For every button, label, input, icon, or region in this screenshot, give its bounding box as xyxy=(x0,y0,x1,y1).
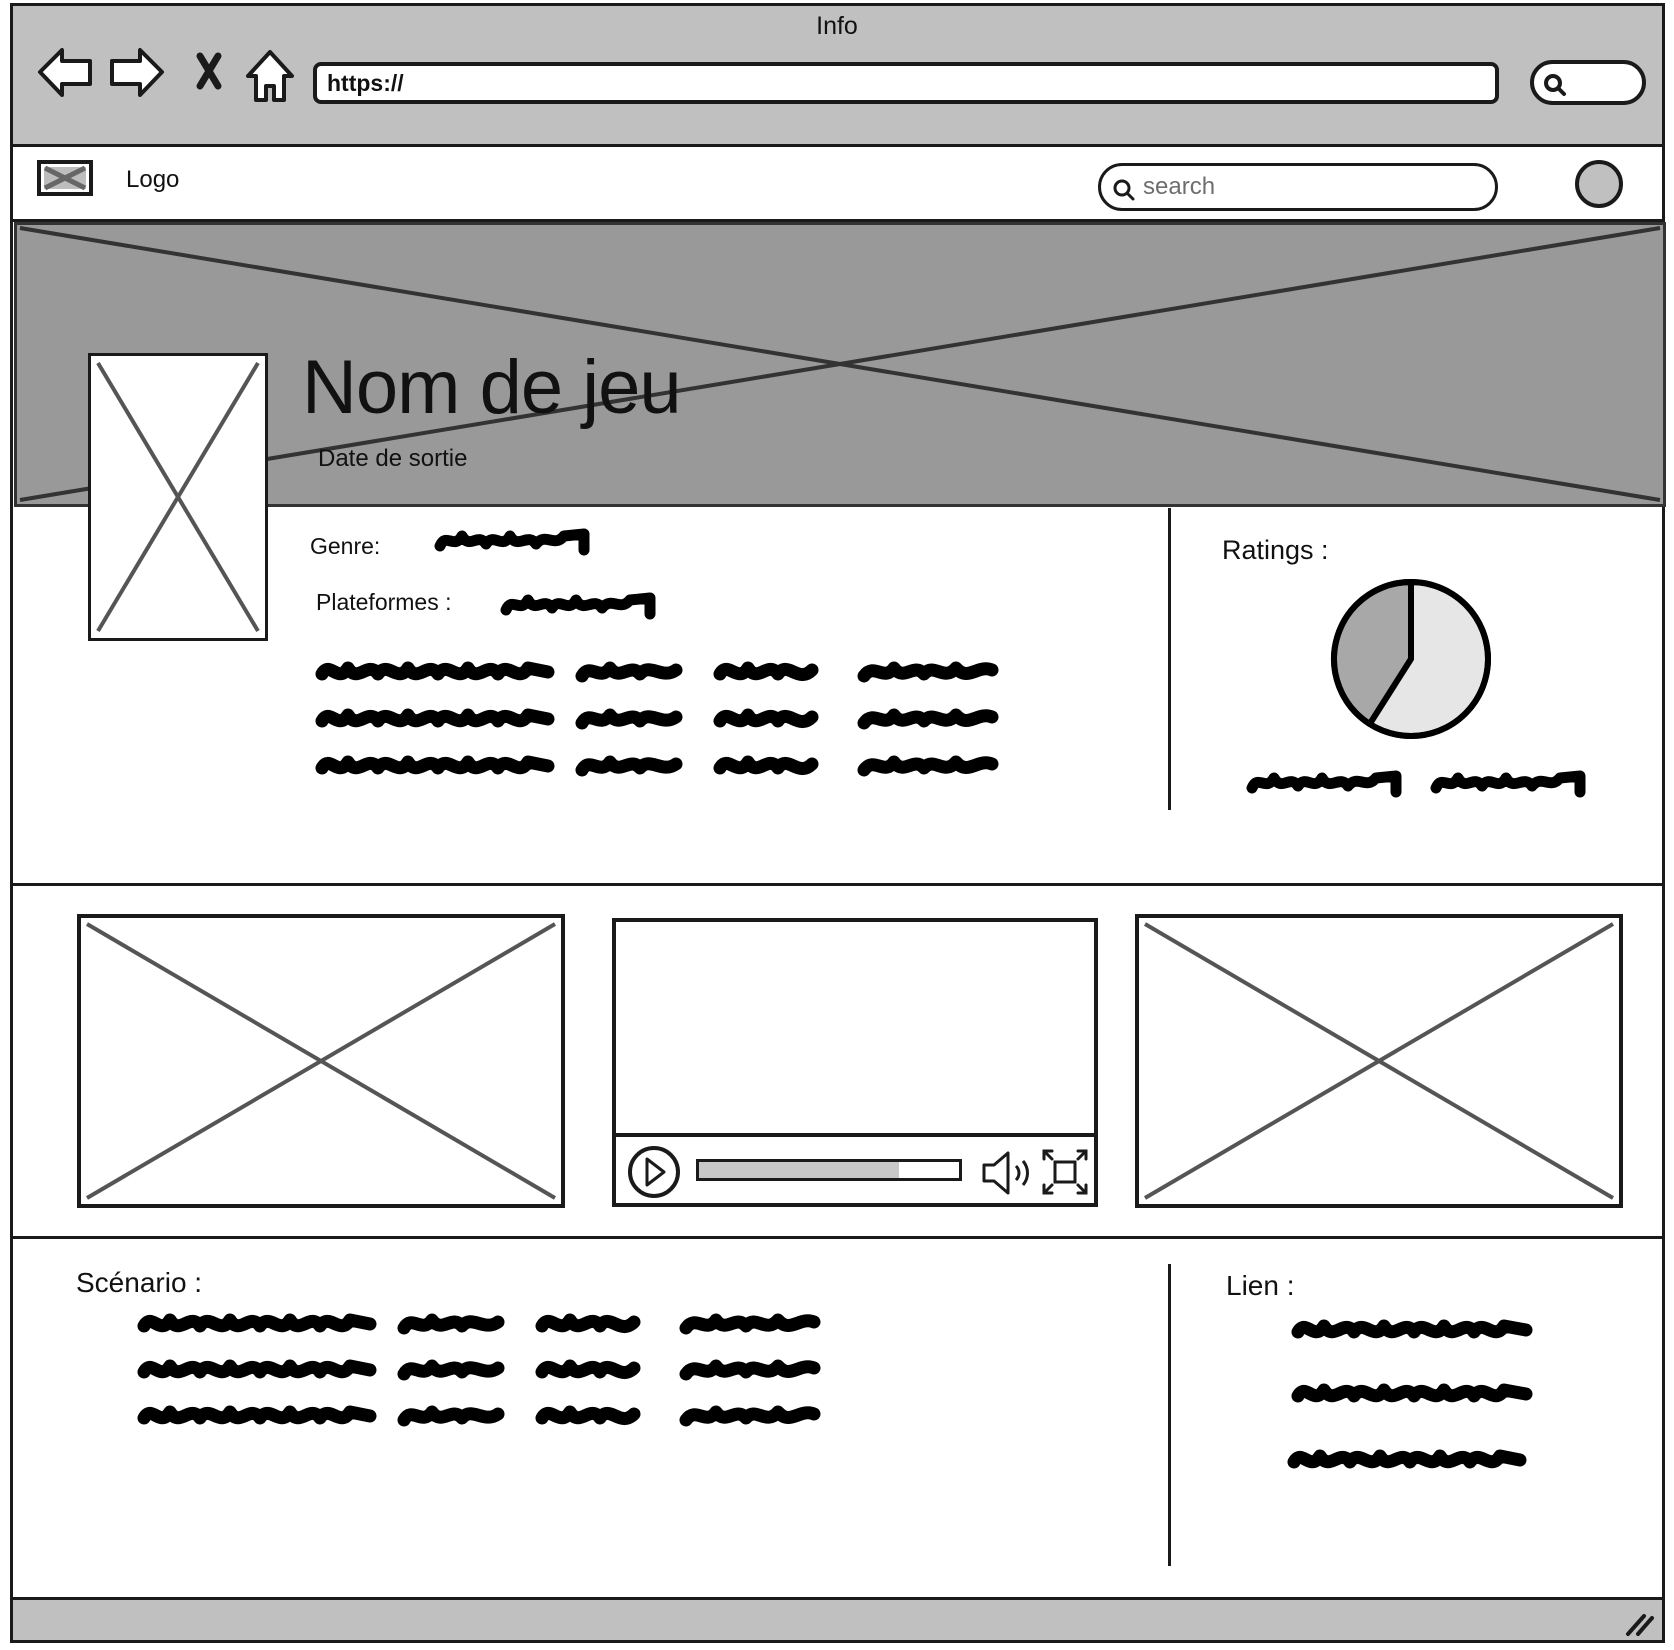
vertical-divider xyxy=(1168,1264,1171,1566)
image-placeholder-icon xyxy=(1143,922,1615,1200)
links-scribble[interactable] xyxy=(1287,1314,1560,1474)
logo-text: Logo xyxy=(126,166,180,193)
section-divider xyxy=(10,1236,1665,1239)
video-progress-bar[interactable] xyxy=(696,1159,962,1181)
search-input[interactable] xyxy=(1141,170,1481,204)
user-avatar[interactable] xyxy=(1575,160,1623,208)
vertical-divider xyxy=(1168,508,1171,810)
screenshot-image-placeholder[interactable] xyxy=(1135,914,1623,1208)
video-controls xyxy=(616,1133,1094,1203)
stop-icon[interactable] xyxy=(196,52,222,90)
platforms-value-scribble xyxy=(500,592,656,620)
site-search-box[interactable] xyxy=(1098,163,1498,211)
video-progress-fill xyxy=(699,1162,900,1178)
image-placeholder-icon xyxy=(96,361,260,633)
fullscreen-icon[interactable] xyxy=(1040,1147,1090,1197)
back-arrow-icon[interactable] xyxy=(38,48,92,97)
window-title: Info xyxy=(816,12,858,40)
browser-nav xyxy=(38,48,294,102)
release-date-label: Date de sortie xyxy=(318,445,468,472)
url-bar[interactable]: https:// xyxy=(313,62,1499,104)
search-icon xyxy=(1113,179,1135,201)
screenshot-image-placeholder[interactable] xyxy=(77,914,565,1208)
ratings-legend-scribble xyxy=(1246,770,1586,798)
play-icon[interactable] xyxy=(626,1145,682,1199)
search-icon xyxy=(1544,74,1566,96)
status-bar xyxy=(10,1597,1665,1643)
resize-grip-icon[interactable] xyxy=(1622,1610,1656,1638)
scenario-label: Scénario : xyxy=(76,1267,203,1298)
genre-label: Genre: xyxy=(310,533,381,559)
cover-image-placeholder xyxy=(88,353,268,641)
links-label: Lien : xyxy=(1226,1270,1295,1301)
browser-search-button[interactable] xyxy=(1530,60,1646,105)
forward-arrow-icon[interactable] xyxy=(110,48,164,97)
scenario-text-scribble xyxy=(137,1313,821,1427)
logo-image-icon xyxy=(37,160,93,196)
home-icon[interactable] xyxy=(246,50,294,102)
volume-icon[interactable] xyxy=(980,1149,1034,1197)
game-title: Nom de jeu xyxy=(302,345,682,430)
platforms-label: Plateformes : xyxy=(316,589,452,615)
ratings-pie-chart xyxy=(1331,579,1491,739)
image-placeholder-icon xyxy=(85,922,557,1200)
url-text: https:// xyxy=(327,70,404,96)
ratings-label: Ratings : xyxy=(1222,535,1329,565)
section-divider xyxy=(10,883,1665,886)
description-scribble xyxy=(315,661,999,777)
video-player[interactable] xyxy=(612,918,1098,1207)
genre-value-scribble xyxy=(434,528,590,556)
